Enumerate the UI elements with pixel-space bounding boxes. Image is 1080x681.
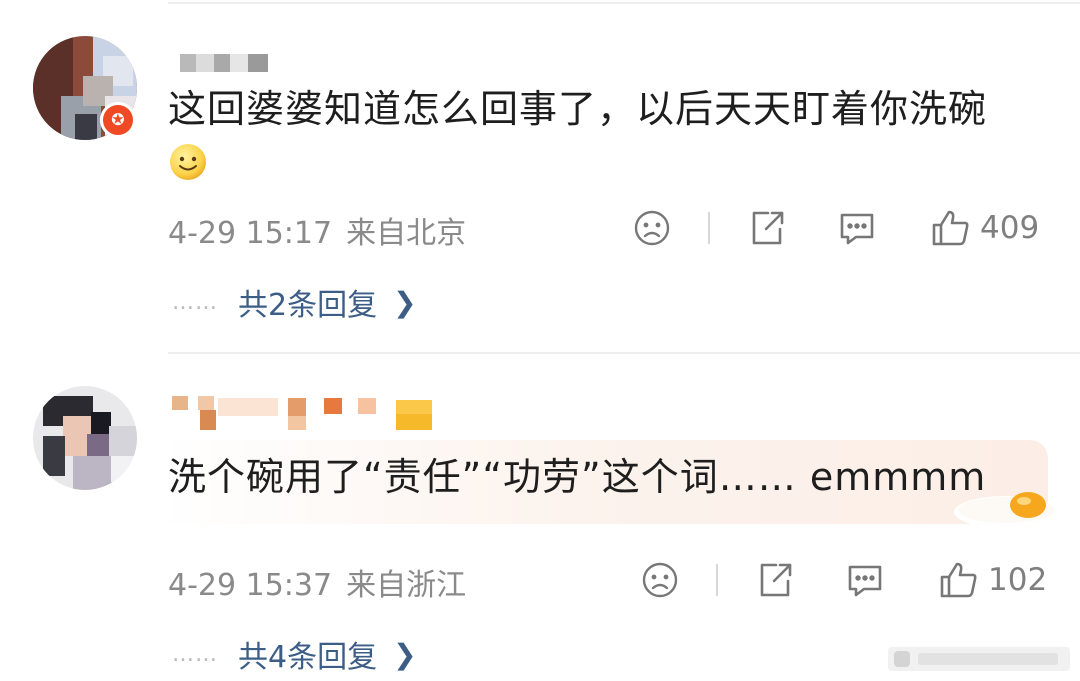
share-button[interactable] bbox=[746, 206, 788, 250]
comment-list: ✪ 这回婆婆知道怎么回事了，以后天天盯着你洗碗 4-29 15:17 来自北京 … bbox=[0, 0, 1080, 681]
action-bar: 102 bbox=[638, 558, 1058, 602]
thumbs-up-icon bbox=[938, 559, 980, 601]
comment-meta: 4-29 15:37 来自浙江 bbox=[168, 560, 466, 604]
comment-button[interactable] bbox=[844, 558, 886, 602]
like-count: 102 bbox=[988, 562, 1048, 598]
ellipsis: …… bbox=[172, 289, 218, 315]
like-count: 409 bbox=[980, 210, 1040, 246]
comment-bubble-icon bbox=[844, 559, 886, 601]
thumbs-up-icon bbox=[930, 207, 972, 249]
ellipsis: …… bbox=[172, 641, 218, 667]
username-mosaic bbox=[170, 54, 270, 82]
smile-emoji-icon bbox=[168, 142, 208, 182]
view-replies-link[interactable]: …… 共4条回复 ❯ bbox=[172, 632, 417, 676]
comment-meta: 4-29 15:17 来自北京 bbox=[168, 208, 466, 252]
replies-label: 共2条回复 bbox=[238, 288, 378, 323]
like-button[interactable]: 409 bbox=[930, 206, 1039, 250]
divider bbox=[168, 2, 1080, 4]
comment-bubble-icon bbox=[836, 207, 878, 249]
share-icon bbox=[754, 559, 796, 601]
share-button[interactable] bbox=[754, 558, 796, 602]
verified-badge-icon: ✪ bbox=[100, 102, 136, 138]
avatar[interactable] bbox=[33, 386, 137, 490]
sad-face-icon bbox=[632, 208, 672, 248]
divider bbox=[716, 564, 718, 596]
comment-button[interactable] bbox=[836, 206, 878, 250]
comment-location: 来自浙江 bbox=[346, 568, 467, 603]
replies-label: 共4条回复 bbox=[238, 640, 378, 675]
fried-egg-icon bbox=[950, 480, 1060, 536]
divider bbox=[708, 212, 710, 244]
action-bar: 409 bbox=[630, 206, 1050, 250]
username-mosaic bbox=[170, 392, 440, 430]
comment-time: 4-29 15:37 bbox=[168, 568, 333, 603]
comment-location: 来自北京 bbox=[346, 216, 467, 251]
share-icon bbox=[746, 207, 788, 249]
view-replies-link[interactable]: …… 共2条回复 ❯ bbox=[172, 280, 417, 324]
chevron-right-icon: ❯ bbox=[393, 637, 417, 671]
sad-face-icon bbox=[640, 560, 680, 600]
comment-time: 4-29 15:17 bbox=[168, 216, 333, 251]
chevron-right-icon: ❯ bbox=[393, 285, 417, 319]
dislike-button[interactable] bbox=[640, 558, 680, 602]
comment-text: 洗个碗用了“责任”“功劳”这个词…… emmmm bbox=[168, 455, 987, 499]
dislike-button[interactable] bbox=[632, 206, 672, 250]
watermark-icon bbox=[888, 643, 1070, 673]
comment-text: 这回婆婆知道怎么回事了，以后天天盯着你洗碗 bbox=[168, 87, 988, 131]
like-button[interactable]: 102 bbox=[938, 558, 1047, 602]
divider bbox=[168, 352, 1080, 354]
